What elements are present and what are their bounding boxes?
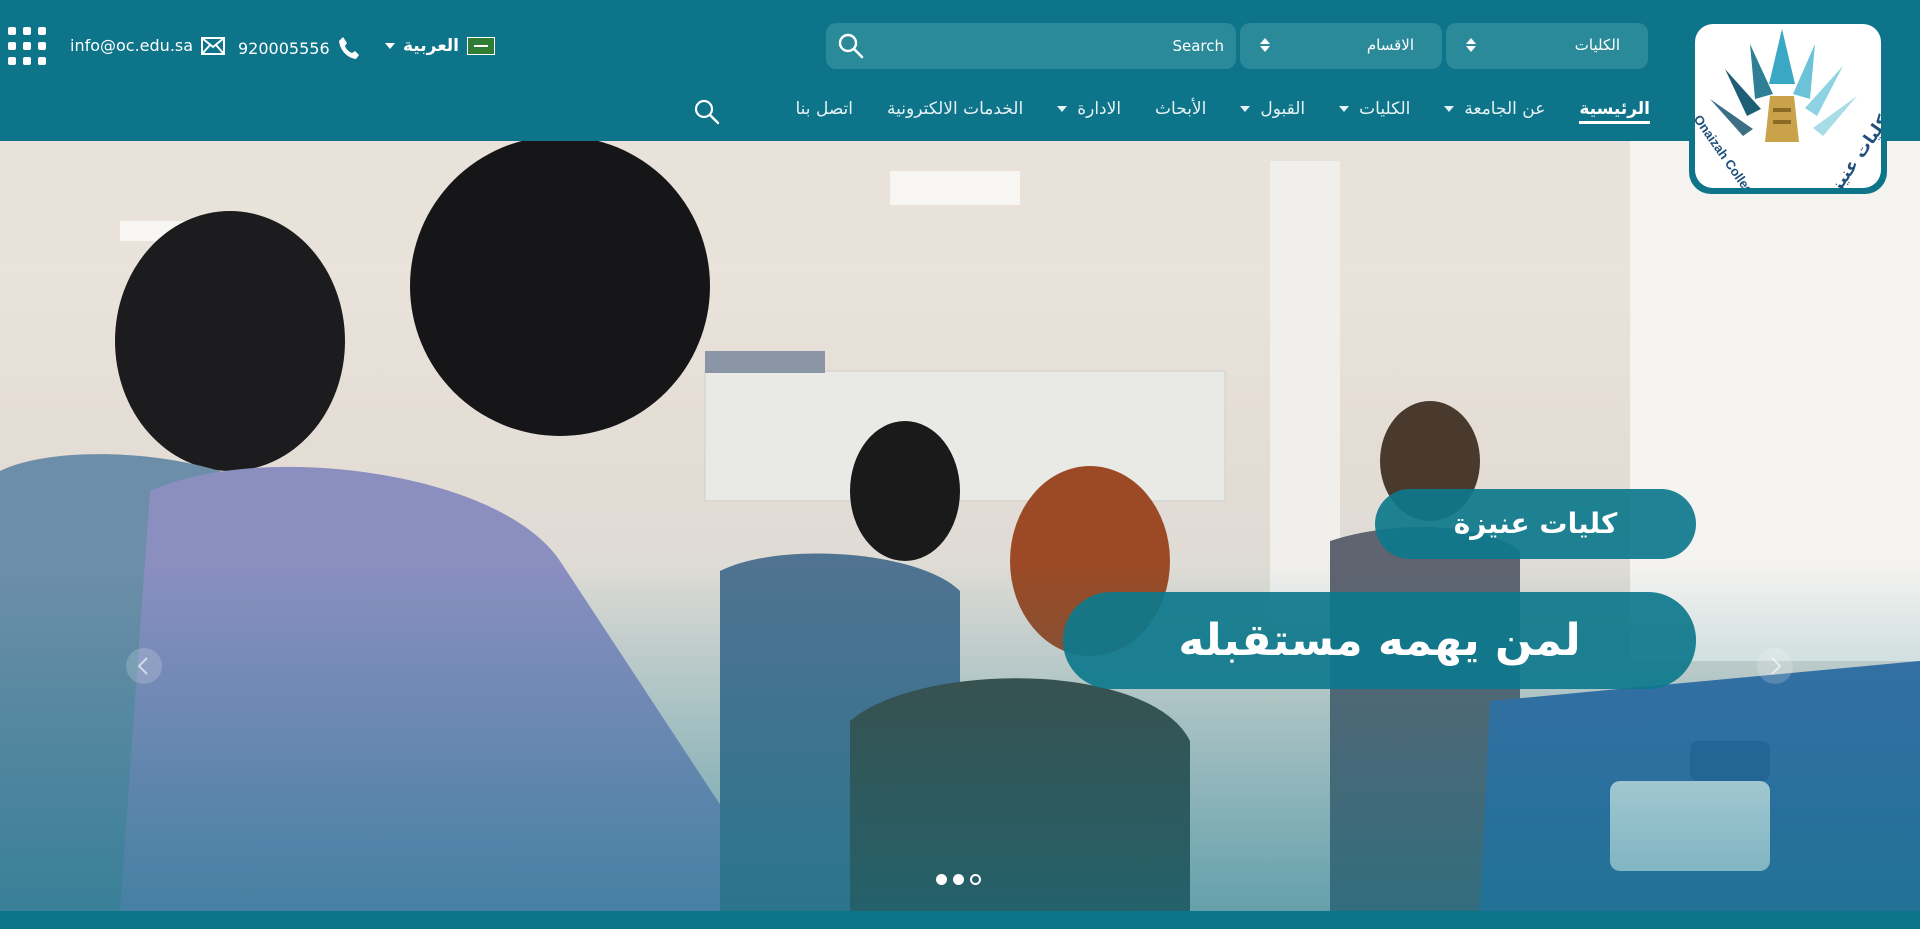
search-box: [826, 23, 1236, 69]
sort-icon: [1466, 38, 1476, 52]
chevron-left-icon: [126, 648, 162, 684]
chevron-down-icon: [1444, 106, 1454, 112]
colleges-select[interactable]: الكليات: [1446, 23, 1648, 69]
slider-dots: [936, 874, 981, 885]
nav-item-label: عن الجامعة: [1464, 99, 1545, 119]
slider-next-button[interactable]: [1757, 648, 1793, 684]
nav-item-research[interactable]: الأبحاث: [1155, 99, 1206, 119]
apps-grid-icon[interactable]: [8, 27, 46, 65]
nav-item-administration[interactable]: الادارة: [1057, 99, 1121, 119]
phone-icon: [338, 36, 360, 60]
sort-icon: [1260, 38, 1270, 52]
language-switcher[interactable]: العربية: [385, 36, 495, 56]
nav-item-label: الأبحاث: [1155, 99, 1206, 119]
phone-text: 920005556: [238, 39, 330, 58]
nav-item-admission[interactable]: القبول: [1240, 99, 1305, 119]
chevron-down-icon: [1240, 106, 1250, 112]
search-input[interactable]: [894, 33, 1224, 59]
main-nav: الرئيسية عن الجامعة الكليات القبول الأبح…: [796, 96, 1651, 122]
nav-item-label: اتصل بنا: [796, 99, 854, 119]
slider-dot[interactable]: [953, 874, 964, 885]
chevron-down-icon: [1057, 106, 1067, 112]
logo[interactable]: Onaizah Colleges كليات عنيزة: [1689, 18, 1887, 194]
chevron-right-icon: [1757, 648, 1793, 684]
top-search-bar: الاقسام الكليات: [826, 23, 1650, 69]
nav-item-label: الخدمات الالكترونية: [887, 99, 1023, 119]
nav-item-label: الادارة: [1077, 99, 1121, 119]
nav-item-label: القبول: [1260, 99, 1305, 119]
language-label: العربية: [403, 36, 459, 56]
slider-dot-active[interactable]: [970, 874, 981, 885]
chevron-down-icon: [385, 43, 395, 49]
slider-dot[interactable]: [936, 874, 947, 885]
phone-link[interactable]: 920005556: [238, 36, 360, 60]
nav-search-icon[interactable]: [694, 99, 720, 125]
hero-title-large: لمن يهمه مستقبله: [1063, 592, 1696, 689]
site-header: info@oc.edu.sa 920005556 العربية الاقسام: [0, 0, 1920, 141]
email-text: info@oc.edu.sa: [70, 36, 193, 55]
slider-prev-button[interactable]: [126, 648, 162, 684]
nav-item-label: الكليات: [1359, 99, 1410, 119]
hero-title-small: كليات عنيزة: [1375, 489, 1696, 559]
mail-icon: [201, 37, 225, 55]
colleges-select-value: الكليات: [1575, 36, 1620, 54]
nav-item-eservices[interactable]: الخدمات الالكترونية: [887, 99, 1023, 119]
search-icon[interactable]: [838, 33, 864, 59]
flag-icon: [467, 37, 495, 55]
nav-item-colleges[interactable]: الكليات: [1339, 99, 1410, 119]
nav-item-about[interactable]: عن الجامعة: [1444, 99, 1545, 119]
departments-select[interactable]: الاقسام: [1240, 23, 1442, 69]
email-link[interactable]: info@oc.edu.sa: [70, 36, 225, 55]
nav-item-label: الرئيسية: [1579, 99, 1650, 119]
logo-inner: Onaizah Colleges كليات عنيزة: [1695, 24, 1881, 188]
nav-item-contact[interactable]: اتصل بنا: [796, 99, 854, 119]
nav-item-home[interactable]: الرئيسية: [1579, 99, 1650, 124]
departments-select-value: الاقسام: [1367, 36, 1414, 54]
bottom-strip: [0, 911, 1920, 929]
chevron-down-icon: [1339, 106, 1349, 112]
